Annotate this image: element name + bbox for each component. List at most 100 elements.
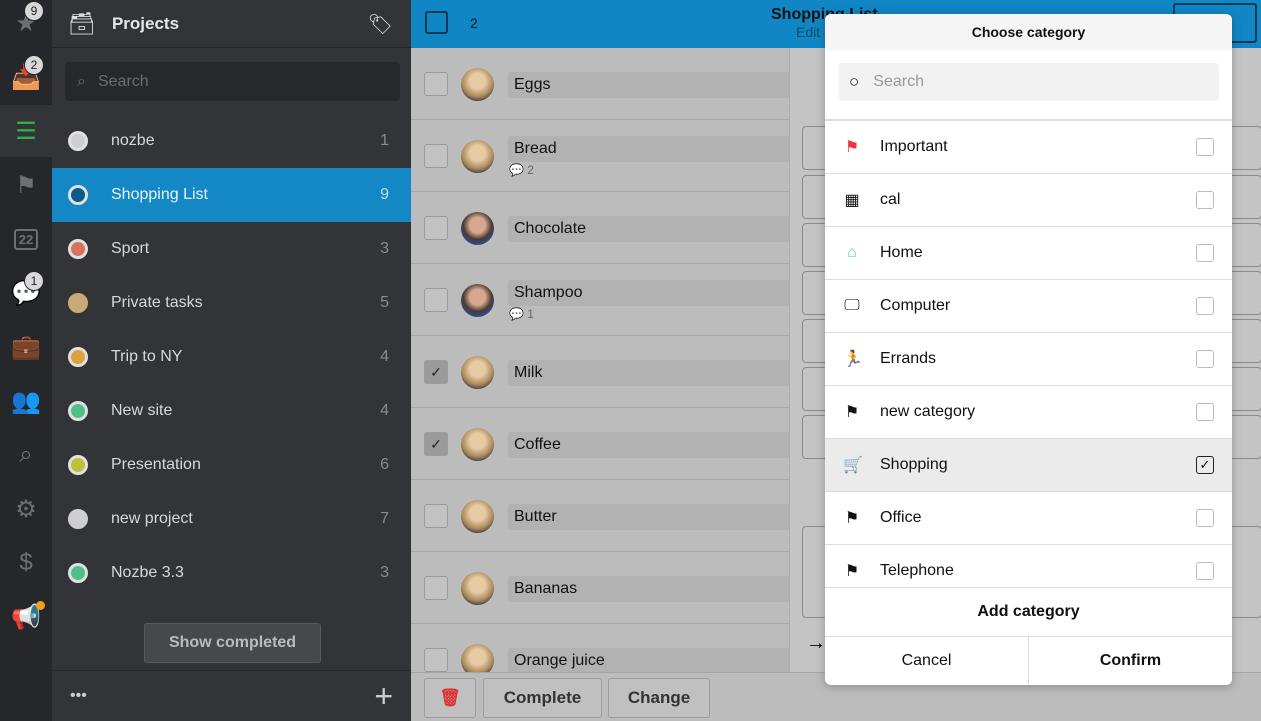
category-checkbox[interactable] [1196, 562, 1214, 580]
rail-item-calendar[interactable]: 22 [0, 213, 52, 265]
selected-count: 2 [470, 15, 478, 31]
project-color-icon [68, 509, 88, 529]
category-search-input[interactable]: ○ Search [839, 63, 1219, 101]
task-row[interactable]: Bread 💬 2 [411, 120, 789, 192]
category-checkbox[interactable] [1196, 138, 1214, 156]
task-name[interactable]: Shampoo [508, 280, 789, 306]
cancel-button[interactable]: Cancel [825, 637, 1028, 685]
task-row[interactable]: ✓ Milk [411, 336, 789, 408]
rail-item-announcements[interactable]: 📢 [0, 591, 52, 643]
edit-link[interactable]: Edit [796, 24, 820, 40]
rail-item-team[interactable]: 👥 [0, 375, 52, 427]
change-button[interactable]: Change [608, 678, 710, 718]
project-item[interactable]: Private tasks 5 [52, 276, 411, 330]
avatar [461, 212, 494, 245]
category-item[interactable]: 🛒 Shopping ✓ [825, 439, 1232, 492]
avatar [461, 644, 494, 672]
task-name[interactable]: Butter [508, 504, 789, 530]
project-color-icon [68, 239, 88, 259]
task-name[interactable]: Bananas [508, 576, 789, 602]
rail-item-projects[interactable]: ☰ [0, 105, 52, 157]
category-item[interactable]: ⚑ Office [825, 492, 1232, 545]
project-item[interactable]: Nozbe 3.3 3 [52, 546, 411, 600]
category-checkbox[interactable] [1196, 191, 1214, 209]
project-item[interactable]: new project 7 [52, 492, 411, 546]
task-row[interactable]: ✓ Coffee [411, 408, 789, 480]
add-project-icon[interactable]: + [374, 678, 393, 715]
task-checkbox[interactable] [424, 72, 448, 96]
tag-icon[interactable]: 🏷 [368, 12, 393, 37]
project-item[interactable]: Shopping List 9 [52, 168, 411, 222]
task-row[interactable]: Chocolate [411, 192, 789, 264]
category-checkbox[interactable] [1196, 509, 1214, 527]
category-item[interactable]: ⚑ new category [825, 386, 1232, 439]
task-row[interactable]: Shampoo 💬 1 [411, 264, 789, 336]
task-checkbox[interactable]: ✓ [424, 432, 448, 456]
task-name[interactable]: Chocolate [508, 216, 789, 242]
project-item[interactable]: New site 4 [52, 384, 411, 438]
show-completed-button[interactable]: Show completed [144, 623, 321, 663]
arrow-right-icon[interactable]: → [806, 632, 826, 655]
task-checkbox[interactable] [424, 648, 448, 672]
category-checkbox[interactable] [1196, 297, 1214, 315]
task-name[interactable]: Bread [508, 136, 789, 162]
project-search-input[interactable]: ⌕ Search [65, 62, 400, 101]
task-row[interactable]: Bananas [411, 552, 789, 624]
add-category-button[interactable]: Add category [825, 587, 1232, 636]
category-list[interactable]: ⚑ Important ▦ cal ⌂ Home 🖵 Computer 🏃 Errands ⚑ new… [825, 119, 1232, 587]
project-count: 6 [380, 456, 389, 473]
task-name[interactable]: Orange juice [508, 648, 789, 672]
category-checkbox[interactable] [1196, 244, 1214, 262]
category-item[interactable]: 🖵 Computer [825, 280, 1232, 333]
category-item[interactable]: 🏃 Errands [825, 333, 1232, 386]
rail-item-inbox[interactable]: 📥 2 [0, 51, 52, 103]
project-item[interactable]: Sport 3 [52, 222, 411, 276]
rail-item-comments[interactable]: 💬 1 [0, 267, 52, 319]
task-checkbox[interactable] [424, 216, 448, 240]
task-row[interactable]: Butter [411, 480, 789, 552]
billing-icon: $ [19, 549, 33, 576]
category-item[interactable]: ⌂ Home [825, 227, 1232, 280]
computer-icon: 🖵 [844, 297, 860, 314]
task-checkbox[interactable] [424, 288, 448, 312]
confirm-button[interactable]: Confirm [1028, 637, 1232, 685]
project-item[interactable]: Trip to NY 4 [52, 330, 411, 384]
project-name: Presentation [111, 456, 201, 473]
category-name: Office [880, 509, 922, 526]
rail-item-settings[interactable]: ⚙ [0, 483, 52, 535]
task-list: Eggs Bread 💬 2 Chocolate Shampoo 💬 1 ✓ Milk ✓ Cof… [411, 48, 789, 672]
task-checkbox[interactable] [424, 144, 448, 168]
task-checkbox[interactable] [424, 504, 448, 528]
count-badge: 1 [24, 271, 44, 291]
category-item[interactable]: ⚑ Important [825, 121, 1232, 174]
category-item[interactable]: ⚑ Telephone [825, 545, 1232, 587]
select-all-checkbox[interactable] [425, 11, 448, 34]
task-checkbox[interactable] [424, 576, 448, 600]
category-name: Errands [880, 350, 937, 367]
rail-item-search[interactable]: ⌕ [0, 429, 52, 481]
category-name: new category [880, 403, 976, 420]
rail-item-billing[interactable]: $ [0, 537, 52, 589]
project-item[interactable]: Presentation 6 [52, 438, 411, 492]
category-checkbox[interactable]: ✓ [1196, 456, 1214, 474]
task-row[interactable]: Eggs [411, 48, 789, 120]
more-icon[interactable]: ••• [70, 687, 87, 705]
task-name[interactable]: Milk [508, 360, 789, 386]
category-checkbox[interactable] [1196, 350, 1214, 368]
category-name: Shopping [880, 456, 948, 473]
rail-item-briefcase[interactable]: 💼 [0, 321, 52, 373]
task-row[interactable]: Orange juice [411, 624, 789, 672]
delete-button[interactable]: 🗑 [424, 678, 476, 718]
category-checkbox[interactable] [1196, 403, 1214, 421]
rail-item-star[interactable]: ★ 9 [0, 0, 52, 49]
task-name[interactable]: Coffee [508, 432, 789, 458]
notification-dot [36, 601, 45, 610]
rail-item-flag[interactable]: ⚑ [0, 159, 52, 211]
task-checkbox[interactable]: ✓ [424, 360, 448, 384]
category-item[interactable]: ▦ cal [825, 174, 1232, 227]
task-name[interactable]: Eggs [508, 72, 789, 98]
project-count: 3 [380, 564, 389, 581]
project-item[interactable]: nozbe 1 [52, 114, 411, 168]
complete-button[interactable]: Complete [483, 678, 602, 718]
project-count: 1 [380, 132, 389, 149]
